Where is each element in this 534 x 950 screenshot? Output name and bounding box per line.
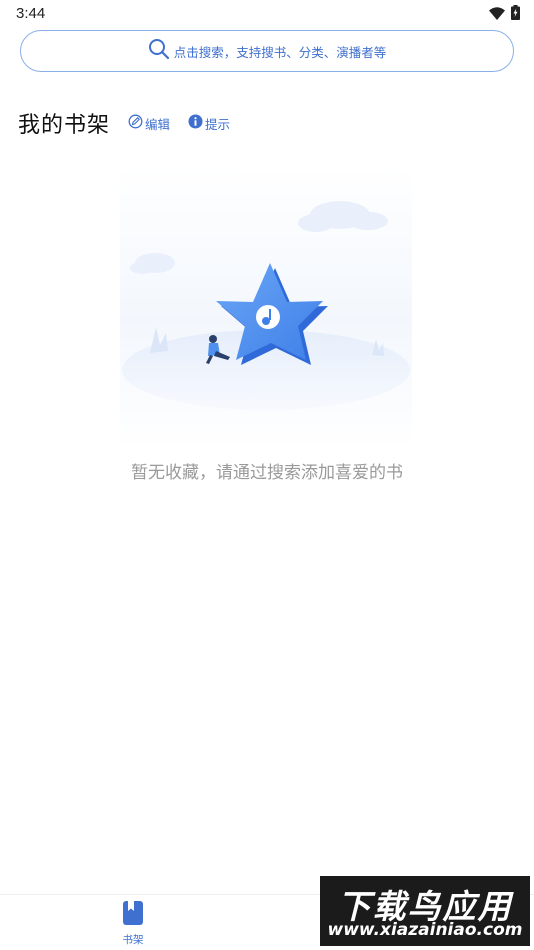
hint-label: 提示 — [205, 116, 231, 132]
watermark-logo: 下载鸟应用 www.xiazainiao.com — [320, 876, 530, 946]
edit-label: 编辑 — [145, 116, 171, 132]
hint-button[interactable]: 提示 — [188, 114, 230, 133]
shelf-header: 我的书架 编辑 提示 — [18, 108, 230, 138]
empty-message: 暂无收藏，请通过搜索添加喜爱的书 — [131, 463, 403, 483]
nav-label-bookshelf: 书架 — [122, 934, 144, 946]
battery-charging-icon — [511, 5, 520, 24]
search-placeholder: 点击搜索，支持搜书、分类、演播者等 — [173, 44, 387, 60]
watermark-url: www.xiazainiao.com — [327, 920, 523, 940]
edit-button[interactable]: 编辑 — [128, 114, 170, 133]
search-bar[interactable]: 点击搜索，支持搜书、分类、演播者等 — [20, 30, 514, 72]
edit-icon — [128, 114, 143, 133]
status-icons — [489, 5, 520, 24]
wifi-icon — [489, 5, 505, 24]
page-title: 我的书架 — [18, 113, 111, 138]
search-icon — [148, 38, 170, 64]
empty-illustration — [120, 165, 412, 450]
info-icon — [188, 114, 203, 133]
nav-item-bookshelf[interactable]: 书架 — [108, 901, 158, 949]
status-time: 3:44 — [16, 5, 46, 22]
bookshelf-icon — [123, 901, 143, 929]
status-bar: 3:44 — [0, 0, 534, 28]
